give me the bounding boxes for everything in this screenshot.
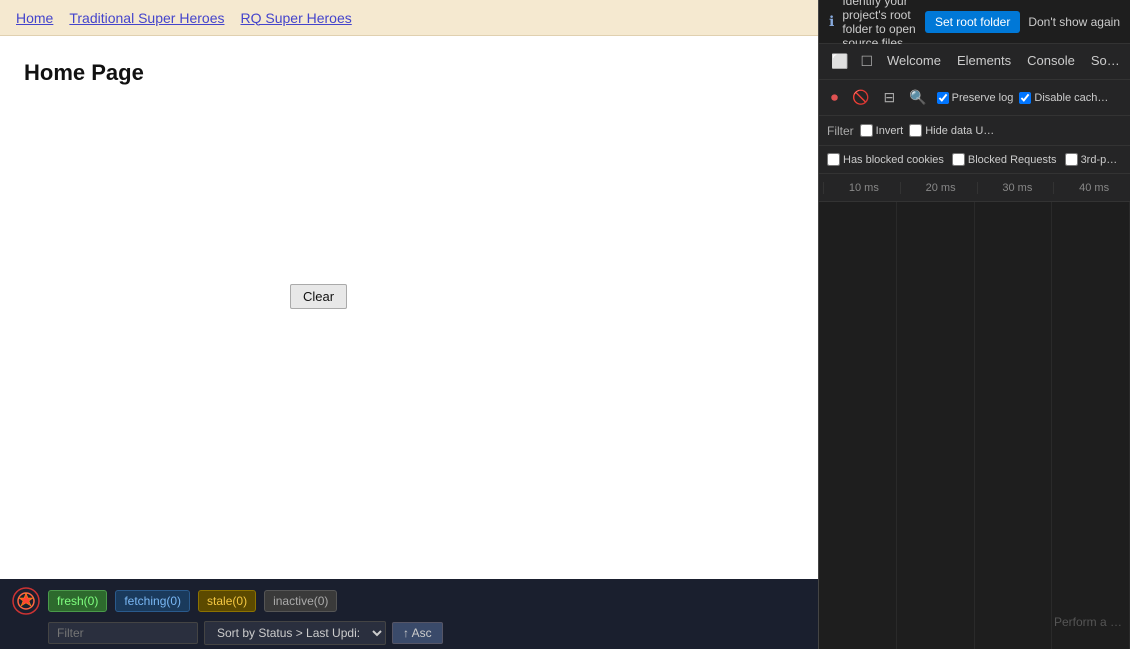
preserve-log-checkbox[interactable]: Preserve log [937,92,1014,104]
filter-icon-button[interactable]: ⊟ [879,87,899,108]
grid-col-3 [975,202,1053,649]
nav-link-home[interactable]: Home [16,10,53,26]
rq-logo-icon [12,587,40,615]
hide-data-checkbox[interactable]: Hide data U… [909,124,994,137]
devtools-info-bar: ℹ Identify your project's root folder to… [819,0,1130,44]
third-party-checkbox[interactable]: 3rd-p… [1065,153,1118,166]
grid-col-4 [1052,202,1130,649]
timeline-content: Perform a … [819,202,1130,649]
invert-checkbox[interactable]: Invert [860,124,904,137]
badge-fresh[interactable]: fresh(0) [48,590,107,612]
page-content: Home Page Clear [0,36,818,579]
pointer-icon-btn[interactable]: ☐ [854,49,879,74]
sort-select[interactable]: Sort by Status > Last Updi: [204,621,386,645]
query-devtools-bar: fresh(0) fetching(0) stale(0) inactive(0… [0,579,818,649]
tab-welcome[interactable]: Welcome [879,49,949,74]
disable-cache-checkbox[interactable]: Disable cach… [1019,92,1108,104]
tab-more[interactable]: So… [1083,49,1128,74]
perform-text: Perform a … [1054,615,1122,629]
badge-fetching[interactable]: fetching(0) [115,590,190,612]
devtools-panel: ℹ Identify your project's root folder to… [818,0,1130,649]
dont-show-button[interactable]: Don't show again [1028,15,1120,29]
grid-col-1 [819,202,897,649]
time-tick-30: 30 ms [977,182,1054,194]
search-icon-button[interactable]: 🔍 [905,87,930,108]
devtools-toolbar: ⏺ 🚫 ⊟ 🔍 Preserve log Disable cach… [819,80,1130,116]
tab-elements[interactable]: Elements [949,49,1019,74]
grid-col-2 [897,202,975,649]
devtools-tabs: ⬜ ☐ Welcome Elements Console So… [819,44,1130,80]
time-tick-10: 10 ms [823,182,900,194]
set-root-button[interactable]: Set root folder [925,11,1020,33]
info-text: Identify your project's root folder to o… [842,0,917,50]
nav-bar: Home Traditional Super Heroes RQ Super H… [0,0,818,36]
devtools-top-row: fresh(0) fetching(0) stale(0) inactive(0… [12,587,806,615]
query-filter-input[interactable] [48,622,198,644]
record-button[interactable]: ⏺ [827,87,842,108]
time-tick-40: 40 ms [1053,182,1130,194]
filter-label: Filter [827,124,854,138]
has-blocked-checkbox[interactable]: Has blocked cookies [827,153,944,166]
time-tick-20: 20 ms [900,182,977,194]
checkbox-bar: Has blocked cookies Blocked Requests 3rd… [819,146,1130,174]
device-icon-btn[interactable]: ⬜ [825,49,854,74]
info-icon: ℹ [829,13,834,30]
asc-button[interactable]: ↑ Asc [392,622,443,644]
badge-inactive[interactable]: inactive(0) [264,590,337,612]
nav-link-heroes[interactable]: Traditional Super Heroes [69,10,224,26]
timeline-ruler: 10 ms 20 ms 30 ms 40 ms [819,174,1130,202]
tab-console[interactable]: Console [1019,49,1083,74]
badge-stale[interactable]: stale(0) [198,590,256,612]
filter-bar: Filter Invert Hide data U… [819,116,1130,146]
blocked-requests-checkbox[interactable]: Blocked Requests [952,153,1057,166]
timeline-area: 10 ms 20 ms 30 ms 40 ms Perform a … [819,174,1130,649]
timeline-grid: Perform a … [819,202,1130,649]
nav-link-rq-heroes[interactable]: RQ Super Heroes [240,10,351,26]
page-title: Home Page [24,60,794,86]
clear-button[interactable]: Clear [290,284,347,309]
clear-log-button[interactable]: 🚫 [848,87,873,108]
devtools-bottom-row: Sort by Status > Last Updi: ↑ Asc [48,621,443,645]
